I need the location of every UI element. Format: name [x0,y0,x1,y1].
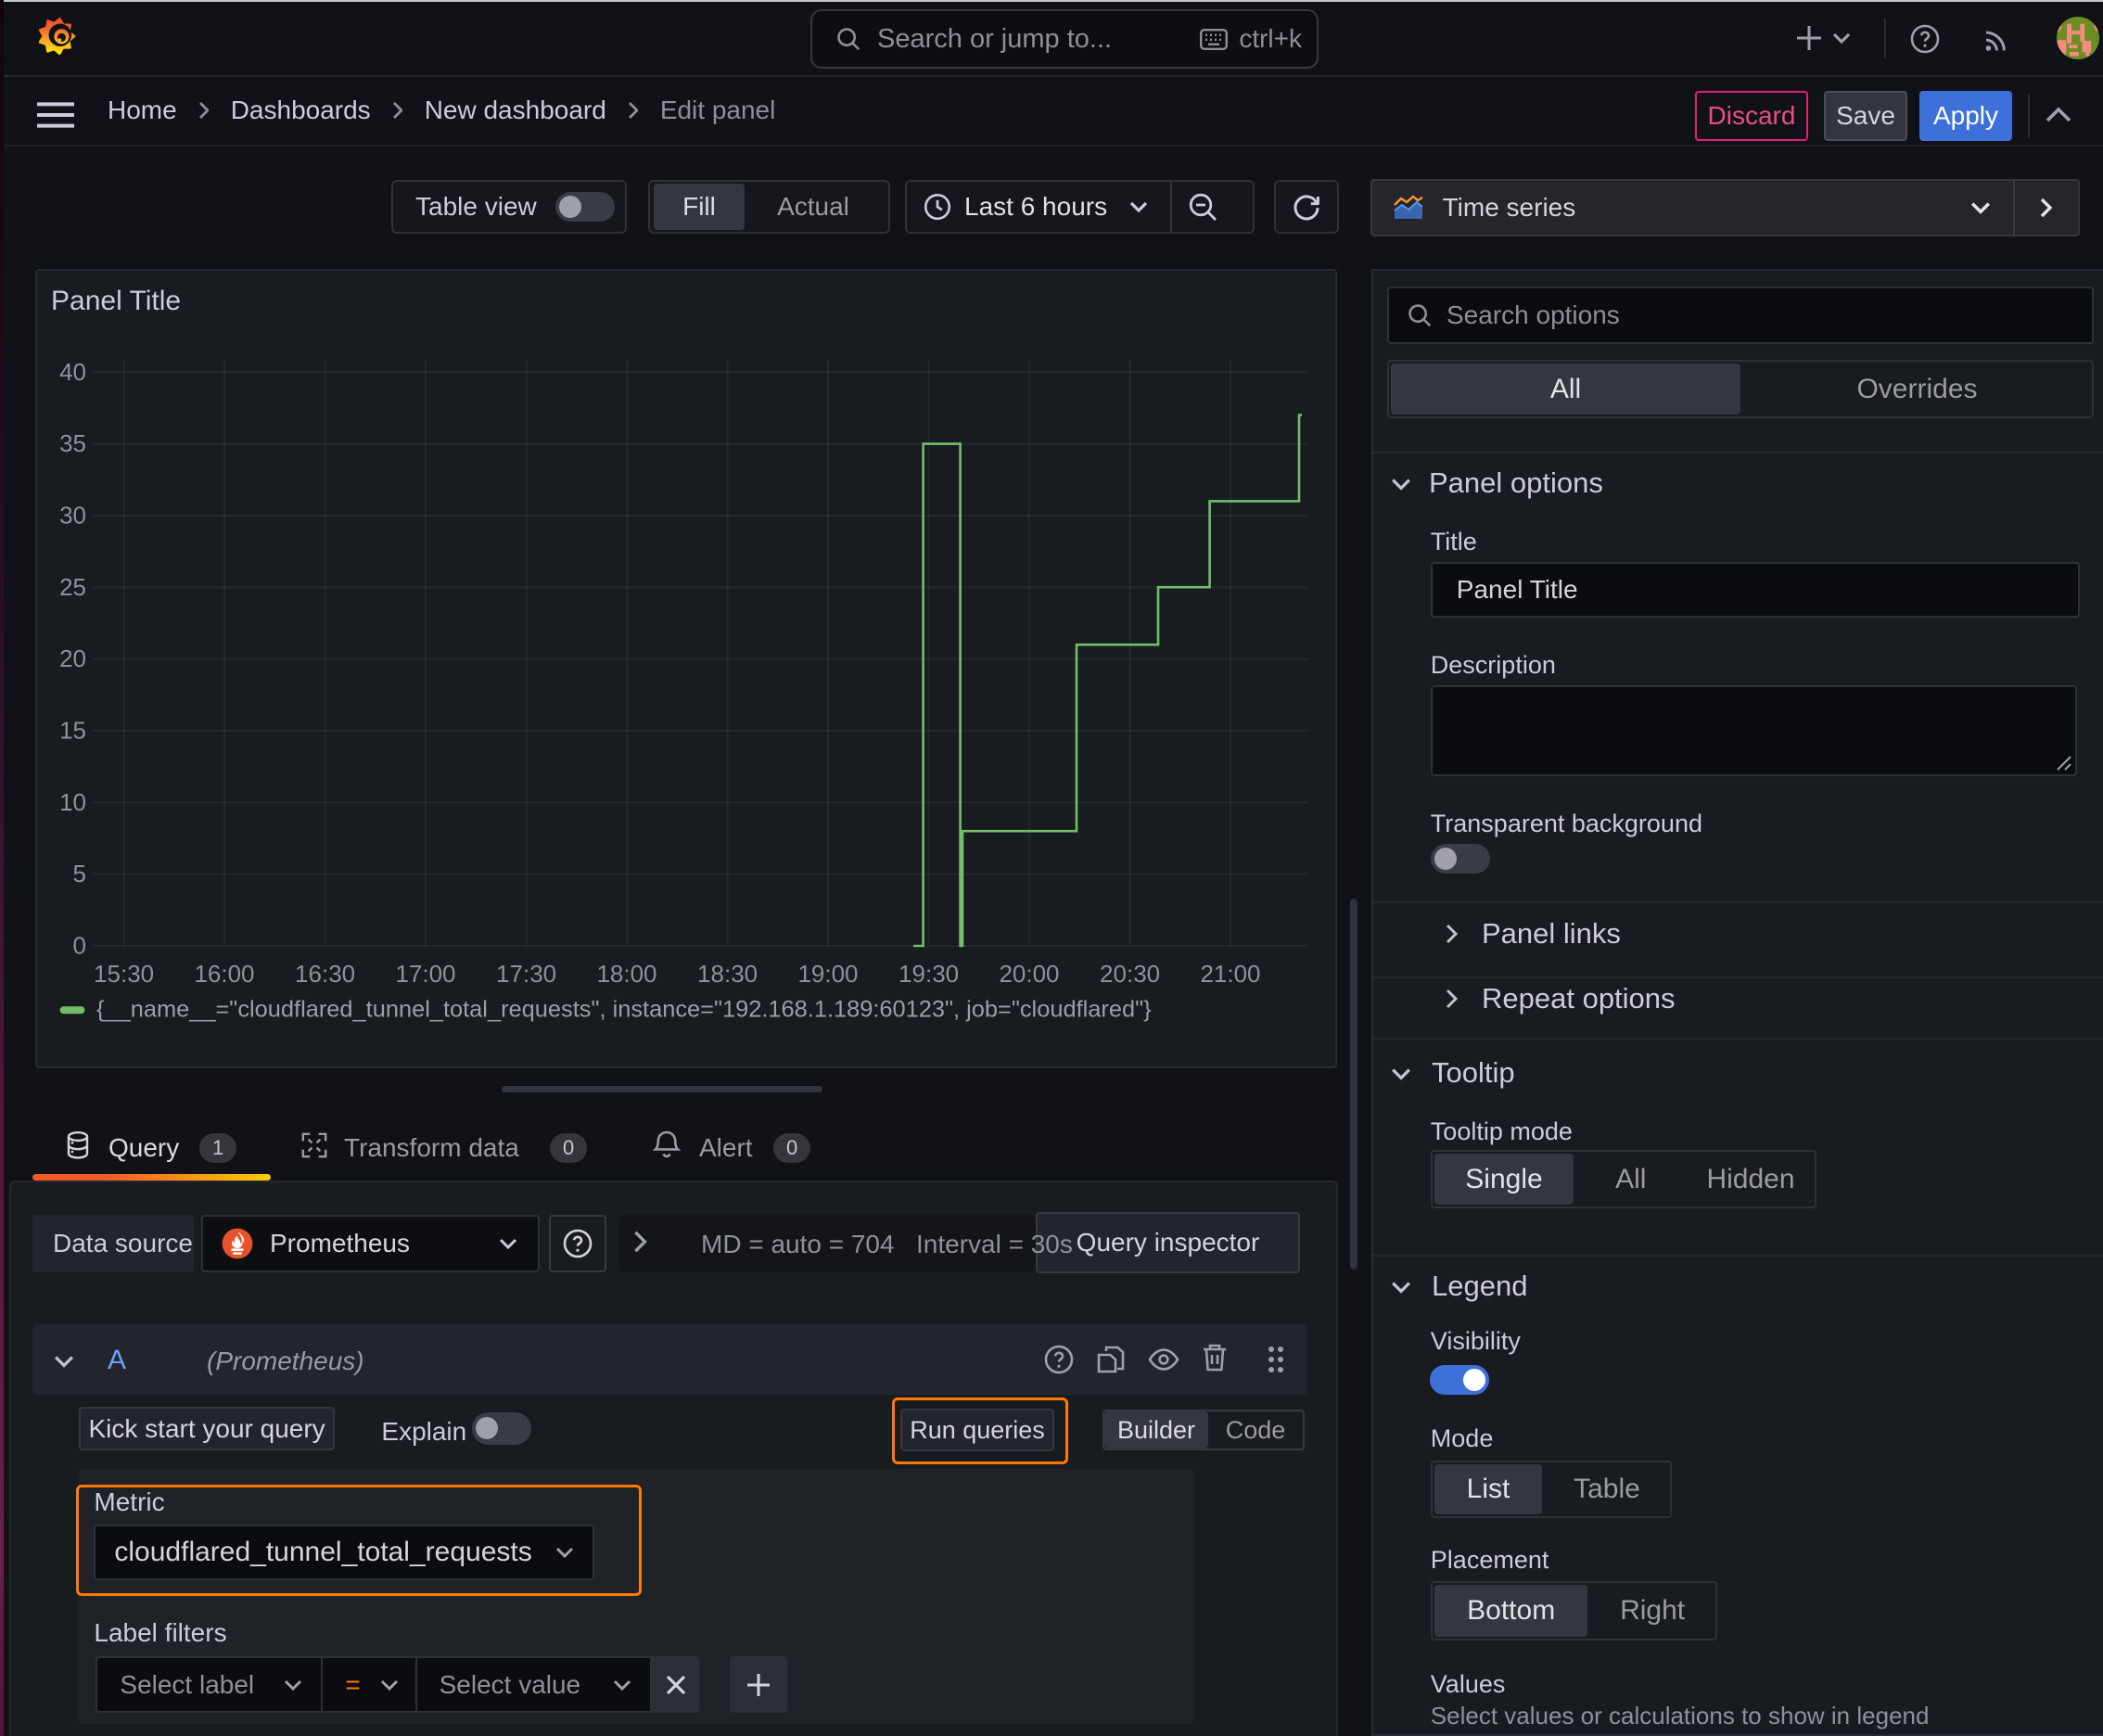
svg-text:20:00: 20:00 [999,960,1059,988]
svg-text:30: 30 [59,501,86,529]
svg-text:25: 25 [59,573,86,601]
svg-text:40: 40 [59,358,86,386]
svg-text:19:00: 19:00 [797,960,858,988]
svg-text:0: 0 [73,931,86,959]
svg-text:15: 15 [59,716,86,744]
svg-text:20:30: 20:30 [1100,960,1160,988]
svg-text:16:00: 16:00 [194,960,254,988]
svg-text:21:00: 21:00 [1200,960,1260,988]
svg-text:19:30: 19:30 [899,960,959,988]
svg-text:20: 20 [59,645,86,672]
svg-text:17:30: 17:30 [496,960,556,988]
svg-text:17:00: 17:00 [395,960,455,988]
svg-text:35: 35 [59,429,86,457]
svg-text:{__name__="cloudflared_tunnel_: {__name__="cloudflared_tunnel_total_requ… [96,997,1152,1023]
svg-text:15:30: 15:30 [94,960,154,988]
svg-text:16:30: 16:30 [295,960,355,988]
svg-text:10: 10 [59,788,86,816]
svg-text:5: 5 [73,860,86,887]
svg-text:18:00: 18:00 [596,960,656,988]
svg-text:18:30: 18:30 [697,960,758,988]
